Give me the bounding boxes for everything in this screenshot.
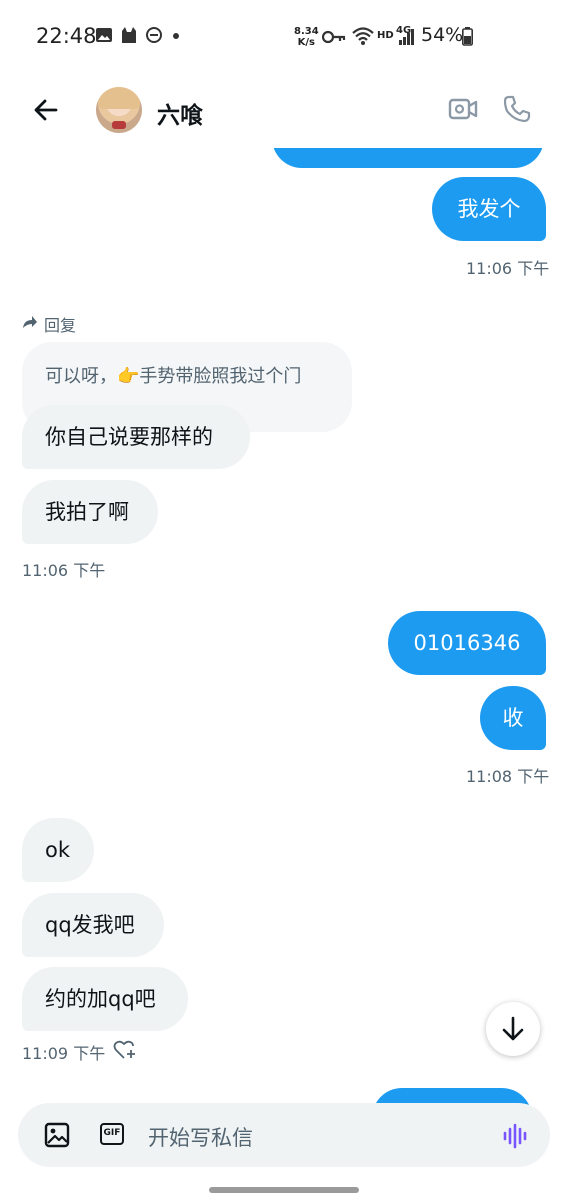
message-bubble-outgoing[interactable]: 收: [480, 686, 546, 750]
wifi-icon: [352, 27, 374, 45]
gallery-icon: [96, 28, 112, 42]
message-timestamp: 11:06 下午: [22, 561, 106, 580]
message-bubble-incoming[interactable]: qq发我吧: [22, 893, 164, 957]
key-icon: [322, 30, 346, 44]
message-bubble-outgoing[interactable]: 我发个: [432, 177, 546, 241]
net-speed-value: 8.34: [294, 26, 319, 37]
battery-icon: [462, 27, 473, 46]
status-time: 22:48: [36, 24, 97, 48]
video-call-icon[interactable]: [448, 96, 478, 122]
reply-label: 回复: [44, 316, 77, 335]
avatar-hair: [98, 87, 140, 109]
message-bubble-incoming[interactable]: 我拍了啊: [22, 480, 158, 544]
message-composer: GIF 开始写私信: [18, 1103, 550, 1167]
avatar[interactable]: [96, 87, 142, 133]
cat-icon: [122, 27, 136, 43]
image-icon[interactable]: [44, 1122, 70, 1148]
back-arrow-icon[interactable]: [30, 94, 62, 126]
contact-name[interactable]: 六喰: [157, 96, 203, 130]
hd-indicator: HD: [377, 30, 394, 41]
do-not-disturb-icon: [146, 27, 162, 43]
message-bubble-incoming[interactable]: 你自己说要那样的: [22, 405, 250, 469]
message-bubble-outgoing[interactable]: 01016346: [388, 611, 546, 675]
message-timestamp: 11:08 下午: [466, 767, 550, 786]
scroll-down-button[interactable]: [486, 1002, 540, 1056]
message-timestamp: 11:09 下午: [22, 1044, 106, 1063]
message-input[interactable]: 开始写私信: [148, 1122, 253, 1152]
battery-percent: 54%: [421, 24, 464, 46]
voice-icon[interactable]: [502, 1123, 530, 1149]
scroll-down-icon: [502, 1016, 524, 1041]
message-bubble-incoming[interactable]: 约的加qq吧: [22, 967, 188, 1031]
net-speed: 8.34 K/s: [294, 26, 319, 48]
gif-icon[interactable]: GIF: [100, 1123, 124, 1145]
reply-arrow-icon: [23, 316, 37, 328]
heart-add-icon[interactable]: [113, 1039, 137, 1061]
net-speed-unit: K/s: [297, 37, 316, 48]
phone-icon[interactable]: [502, 94, 532, 124]
message-bubble-incoming[interactable]: ok: [22, 818, 94, 882]
signal-icon: [399, 29, 414, 45]
home-indicator[interactable]: [209, 1187, 359, 1193]
notification-dot-icon: [173, 33, 179, 39]
message-timestamp: 11:06 下午: [466, 259, 550, 278]
status-bar: 22:48 8.34 K/s HD 4G 54%: [0, 0, 568, 72]
reply-quote-text: 可以呀，👉手势带脸照我过个门: [45, 366, 302, 387]
conversation-header: 六喰: [0, 72, 568, 148]
avatar-bow: [112, 121, 126, 129]
